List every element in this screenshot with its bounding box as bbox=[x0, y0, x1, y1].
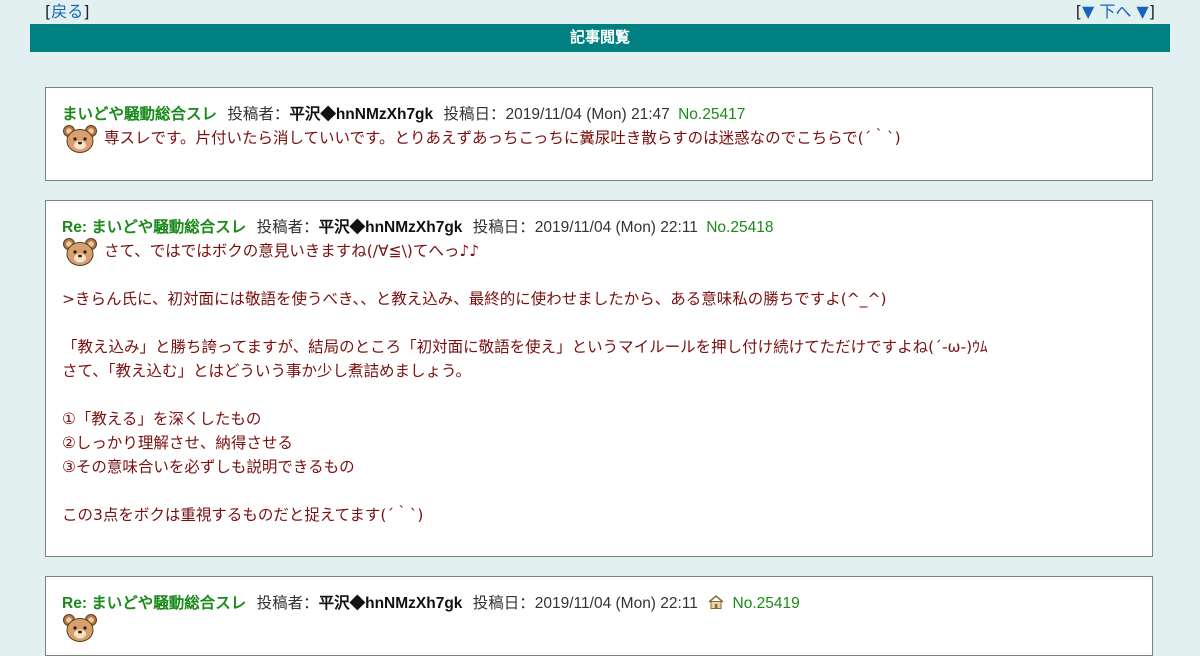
post-line: >きらん氏に、初対面には敬語を使うべき、、と教え込み、最終的に使わせましたから、… bbox=[62, 290, 887, 308]
post-subject: Re: まいどや騒動総合スレ bbox=[62, 595, 247, 612]
date-label: 投稿日： bbox=[472, 595, 535, 612]
post-author: 平沢◆hnNMzXh7gk bbox=[318, 219, 463, 236]
post-line: さて、「教え込む」とはどういう事か少し煮詰めましょう。 bbox=[62, 362, 472, 380]
post-line bbox=[62, 383, 1136, 407]
post-body bbox=[62, 614, 1136, 642]
author-label: 投稿者： bbox=[227, 106, 290, 123]
post: Re: まいどや騒動総合スレ 投稿者：平沢◆hnNMzXh7gk 投稿日：201… bbox=[45, 576, 1153, 656]
back-nav: [戻る] bbox=[45, 2, 90, 21]
post-number: No.25419 bbox=[732, 595, 800, 612]
post-subject: まいどや騒動総合スレ bbox=[62, 106, 218, 123]
jump-down-link[interactable]: ▼ 下へ ▼ bbox=[1082, 2, 1149, 21]
date-label: 投稿日： bbox=[443, 106, 506, 123]
date-label: 投稿日： bbox=[472, 219, 535, 236]
post-date: 2019/11/04 (Mon) 21:47 bbox=[505, 106, 670, 123]
post-line bbox=[62, 311, 1136, 335]
post-line: さて、ではではボクの意見いきますね(/∀≦\)てへっ♪♪ bbox=[62, 238, 1136, 266]
post-line: ③その意味合いを必ずしも説明できるもの bbox=[62, 458, 355, 476]
post-date: 2019/11/04 (Mon) 22:11 bbox=[534, 595, 698, 612]
post-header: Re: まいどや騒動総合スレ 投稿者：平沢◆hnNMzXh7gk 投稿日：201… bbox=[62, 215, 773, 237]
post-line bbox=[62, 614, 1136, 642]
post-header: まいどや騒動総合スレ 投稿者：平沢◆hnNMzXh7gk 投稿日：2019/11… bbox=[62, 102, 745, 124]
post: まいどや騒動総合スレ 投稿者：平沢◆hnNMzXh7gk 投稿日：2019/11… bbox=[45, 87, 1153, 181]
post-line: この3点をボクは重視するものだと捉えてます(´｀`) bbox=[62, 506, 424, 524]
post-number: No.25418 bbox=[706, 219, 774, 236]
post-date: 2019/11/04 (Mon) 22:11 bbox=[534, 219, 698, 236]
post-number: No.25417 bbox=[678, 106, 746, 123]
post-text: さて、ではではボクの意見いきますね(/∀≦\)てへっ♪♪ bbox=[104, 242, 480, 260]
post-header: Re: まいどや騒動総合スレ 投稿者：平沢◆hnNMzXh7gk 投稿日：201… bbox=[62, 591, 800, 613]
author-label: 投稿者： bbox=[256, 219, 319, 236]
down-nav: [▼ 下へ ▼] bbox=[1075, 2, 1155, 21]
post-line bbox=[62, 263, 1136, 287]
post-line: ②しっかり理解させ、納得させる bbox=[62, 434, 293, 452]
bear-avatar-icon bbox=[63, 238, 97, 266]
bear-avatar-icon bbox=[63, 614, 97, 642]
post-author: 平沢◆hnNMzXh7gk bbox=[318, 595, 463, 612]
page-title: 記事閲覧 bbox=[30, 24, 1170, 52]
post-text: 専スレです。片付いたら消していいです。とりあえずあっちこっちに糞尿吐き散らすのは… bbox=[104, 129, 901, 147]
author-label: 投稿者： bbox=[256, 595, 319, 612]
top-navigation: [戻る] [▼ 下へ ▼] bbox=[45, 2, 1155, 22]
bear-avatar-icon bbox=[63, 125, 97, 153]
post-body: 専スレです。片付いたら消していいです。とりあえずあっちこっちに糞尿吐き散らすのは… bbox=[62, 125, 1136, 153]
post: Re: まいどや騒動総合スレ 投稿者：平沢◆hnNMzXh7gk 投稿日：201… bbox=[45, 200, 1153, 557]
post-line: 専スレです。片付いたら消していいです。とりあえずあっちこっちに糞尿吐き散らすのは… bbox=[62, 125, 1136, 153]
post-line: ①「教える」を深くしたもの bbox=[62, 410, 262, 428]
post-line bbox=[62, 479, 1136, 503]
post-body: さて、ではではボクの意見いきますね(/∀≦\)てへっ♪♪ >きらん氏に、初対面に… bbox=[62, 238, 1136, 527]
back-link[interactable]: 戻る bbox=[51, 2, 83, 21]
post-line: 「教え込み」と勝ち誇ってますが、結局のところ「初対面に敬語を使え」というマイルー… bbox=[62, 338, 988, 356]
post-author: 平沢◆hnNMzXh7gk bbox=[289, 106, 434, 123]
post-subject: Re: まいどや騒動総合スレ bbox=[62, 219, 247, 236]
home-icon[interactable] bbox=[708, 595, 724, 609]
